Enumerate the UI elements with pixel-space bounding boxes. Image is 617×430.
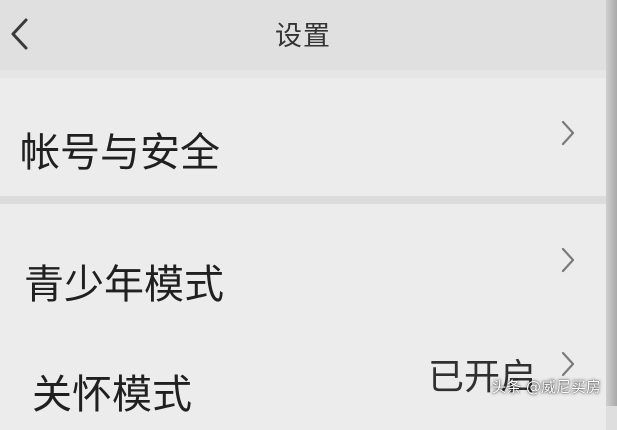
chevron-right-icon xyxy=(561,120,575,146)
divider xyxy=(0,196,606,204)
nav-bar: 设置 xyxy=(0,0,606,70)
settings-screen: 设置 帐号与安全 青少年模式 关怀模式 已开启 xyxy=(0,0,606,430)
settings-item-label: 帐号与安全 xyxy=(20,130,220,176)
device-bezel xyxy=(606,0,617,406)
settings-item-label: 青少年模式 xyxy=(24,262,224,308)
page-title: 设置 xyxy=(275,21,331,52)
chevron-right-icon xyxy=(561,351,575,377)
watermark: 头条 @威尼买房 xyxy=(491,378,601,396)
chevron-right-icon xyxy=(561,247,575,273)
settings-item-label: 关怀模式 xyxy=(32,372,192,418)
